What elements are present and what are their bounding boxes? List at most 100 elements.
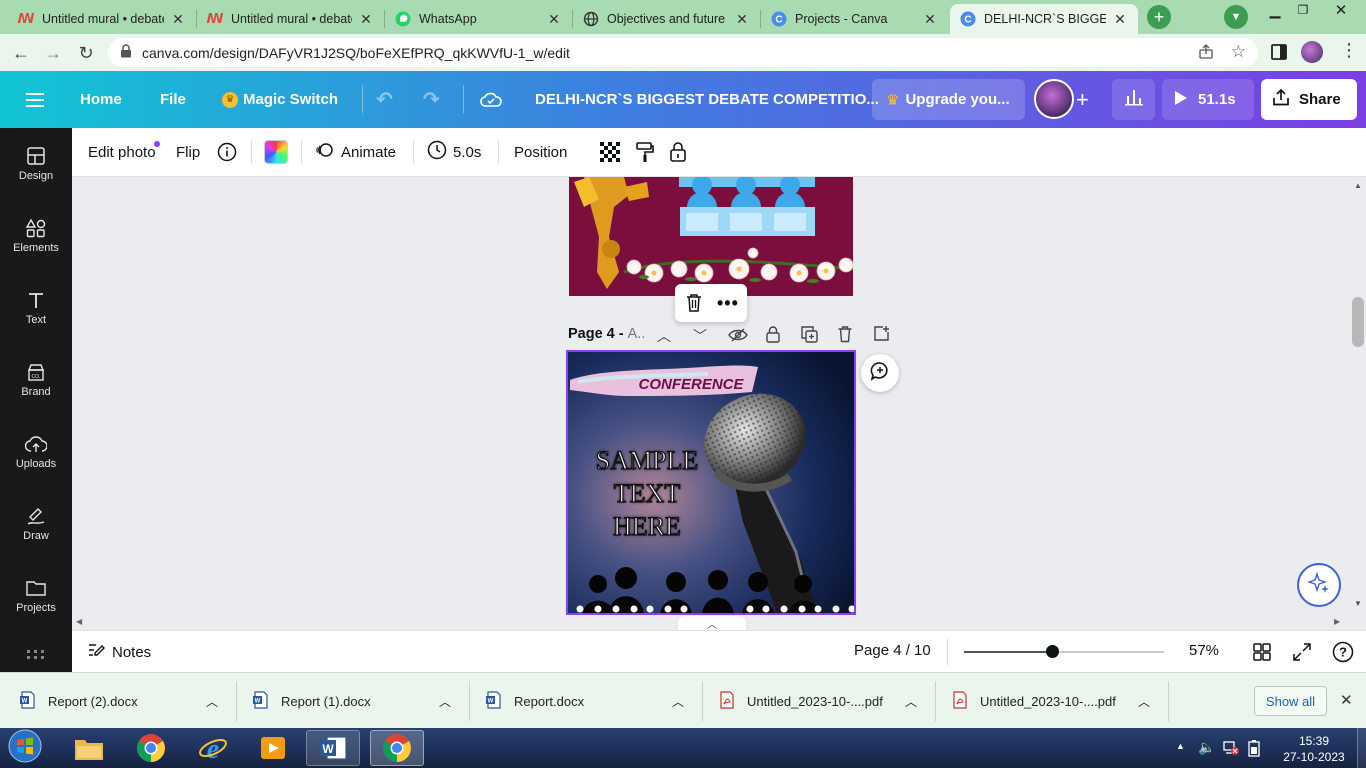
sidebar-item-text[interactable]: Text (0, 278, 72, 338)
upgrade-button[interactable]: ♛ Upgrade you... (872, 79, 1025, 120)
trash-icon[interactable] (685, 293, 703, 318)
close-window-icon[interactable]: ✕ (1326, 0, 1356, 20)
zoom-slider-handle[interactable] (1046, 645, 1059, 658)
fullscreen-icon[interactable] (1293, 643, 1311, 665)
close-tab-icon[interactable]: ✕ (922, 11, 938, 28)
tab-search-chevron-icon[interactable]: ▼ (1224, 5, 1248, 29)
chevron-up-icon[interactable]: ︿ (206, 693, 218, 710)
design-canvas[interactable]: ••• Page 4 - A.. ︿ ﹀ CONFERENCE SAMPLE T… (72, 177, 1366, 615)
scroll-down-arrow-icon[interactable]: ▼ (1354, 599, 1362, 608)
close-tab-icon[interactable]: ✕ (170, 11, 186, 28)
file-menu-button[interactable]: File (160, 71, 186, 128)
paint-roller-icon[interactable] (635, 128, 655, 176)
file-explorer-taskbar-icon[interactable] (62, 730, 116, 766)
show-all-downloads-button[interactable]: Show all (1254, 686, 1327, 716)
animate-button[interactable]: Animate (315, 128, 396, 176)
info-icon[interactable] (217, 128, 237, 176)
redo-icon[interactable]: ↷ (423, 71, 440, 128)
volume-icon[interactable]: 🔈 (1198, 739, 1215, 756)
close-tab-icon[interactable]: ✕ (734, 11, 750, 28)
sidebar-item-uploads[interactable]: Uploads (0, 422, 72, 482)
share-button[interactable]: Share (1261, 79, 1357, 120)
chevron-up-icon[interactable]: ︿ (439, 693, 451, 710)
browser-tab-mural-1[interactable]: ꟿ Untitled mural • debate ✕ (8, 4, 196, 34)
scrollbar-thumb[interactable] (1352, 297, 1364, 347)
download-item[interactable]: Untitled_2023-10-....pdf ︿ (719, 673, 929, 729)
expand-pages-chevron-icon[interactable]: ︿ (678, 616, 746, 631)
network-icon[interactable] (1222, 738, 1240, 761)
color-picker-button[interactable] (264, 128, 288, 176)
conference-heading[interactable]: CONFERENCE (626, 376, 756, 393)
back-arrow-icon[interactable]: ← (8, 40, 34, 66)
edit-photo-button[interactable]: Edit photo (88, 128, 160, 176)
horizontal-scrollbar[interactable]: ◀ ▶ ︿ (72, 615, 1366, 631)
undo-icon[interactable]: ↶ (376, 71, 393, 128)
show-hidden-icons-icon[interactable]: ▲ (1176, 741, 1185, 751)
duration-button[interactable]: 5.0s (427, 128, 481, 176)
internet-explorer-taskbar-icon[interactable]: e (186, 730, 240, 766)
close-tab-icon[interactable]: ✕ (358, 11, 374, 28)
share-page-icon[interactable] (1198, 44, 1214, 63)
hide-page-icon[interactable] (728, 327, 748, 348)
close-downloads-icon[interactable]: ✕ (1340, 691, 1353, 709)
browser-tab-mural-2[interactable]: ꟿ Untitled mural • debate ✕ (197, 4, 384, 34)
page-down-chevron-icon[interactable]: ﹀ (693, 326, 707, 346)
download-item[interactable]: W Report (2).docx ︿ (20, 673, 230, 729)
chrome-active-taskbar-icon[interactable] (370, 730, 424, 766)
minimize-window-icon[interactable]: ▁ (1262, 0, 1288, 20)
chevron-up-icon[interactable]: ︿ (905, 693, 917, 710)
close-tab-icon[interactable]: ✕ (546, 11, 562, 28)
restore-window-icon[interactable]: ❐ (1290, 0, 1316, 20)
user-avatar[interactable] (1034, 79, 1074, 119)
sidebar-item-brand[interactable]: CO. Brand (0, 350, 72, 410)
add-collaborator-icon[interactable]: + (1076, 71, 1089, 128)
browser-tab-objectives[interactable]: Objectives and future p ✕ (573, 4, 760, 34)
position-button[interactable]: Position (514, 128, 567, 176)
close-tab-icon[interactable]: ✕ (1112, 11, 1128, 28)
delete-page-icon[interactable] (837, 325, 853, 348)
page-title[interactable]: Page 4 - A.. (568, 326, 645, 342)
transparency-icon[interactable] (599, 128, 621, 176)
zoom-slider[interactable] (964, 645, 1164, 658)
reload-icon[interactable]: ↻ (73, 40, 99, 66)
home-button[interactable]: Home (80, 71, 122, 128)
apps-grid-icon[interactable] (27, 650, 45, 664)
show-desktop-button[interactable] (1357, 728, 1366, 768)
battery-icon[interactable] (1247, 739, 1261, 762)
browser-tab-projects-canva[interactable]: C Projects - Canva ✕ (761, 4, 948, 34)
download-item[interactable]: W Report.docx ︿ (486, 673, 696, 729)
download-item[interactable]: Untitled_2023-10-....pdf ︿ (952, 673, 1162, 729)
browser-tab-whatsapp[interactable]: WhatsApp ✕ (385, 4, 572, 34)
sidebar-item-draw[interactable]: Draw (0, 494, 72, 554)
media-player-taskbar-icon[interactable] (246, 730, 300, 766)
start-button[interactable] (4, 729, 46, 767)
sidebar-item-design[interactable]: Design (0, 134, 72, 194)
vertical-scrollbar[interactable]: ▲ ▼ (1350, 177, 1366, 615)
sample-text-block[interactable]: SAMPLE TEXT HERE (582, 444, 712, 543)
present-button[interactable]: 51.1s (1162, 79, 1254, 120)
document-title[interactable]: DELHI-NCR`S BIGGEST DEBATE COMPETITIO... (535, 71, 879, 128)
magic-switch-button[interactable]: ♛ Magic Switch (222, 71, 338, 128)
menu-hamburger-icon[interactable] (26, 71, 46, 128)
new-tab-button[interactable]: + (1147, 5, 1171, 29)
lock-icon[interactable] (669, 128, 687, 176)
cloud-saved-icon[interactable] (480, 71, 502, 128)
lock-page-icon[interactable] (765, 325, 781, 348)
page-3-thumbnail[interactable] (569, 177, 853, 296)
insights-button[interactable] (1112, 79, 1155, 120)
chevron-up-icon[interactable]: ︿ (1138, 693, 1150, 710)
word-taskbar-icon[interactable]: W (306, 730, 360, 766)
forward-arrow-icon[interactable]: → (40, 40, 66, 66)
url-bar[interactable]: canva.com/design/DAFyVR1J2SQ/boFeXEfPRQ_… (108, 38, 1258, 67)
page-4-design[interactable]: CONFERENCE SAMPLE TEXT HERE (566, 350, 856, 615)
sidebar-item-projects[interactable]: Projects (0, 566, 72, 626)
more-options-icon[interactable]: ••• (717, 293, 739, 314)
flip-button[interactable]: Flip (176, 128, 200, 176)
scroll-left-arrow-icon[interactable]: ◀ (76, 617, 82, 626)
page-indicator[interactable]: Page 4 / 10 (854, 642, 931, 659)
scroll-right-arrow-icon[interactable]: ▶ (1334, 617, 1340, 626)
grid-view-icon[interactable] (1253, 643, 1271, 665)
profile-avatar[interactable] (1301, 41, 1323, 63)
sidebar-item-elements[interactable]: Elements (0, 206, 72, 266)
chevron-up-icon[interactable]: ︿ (672, 693, 684, 710)
